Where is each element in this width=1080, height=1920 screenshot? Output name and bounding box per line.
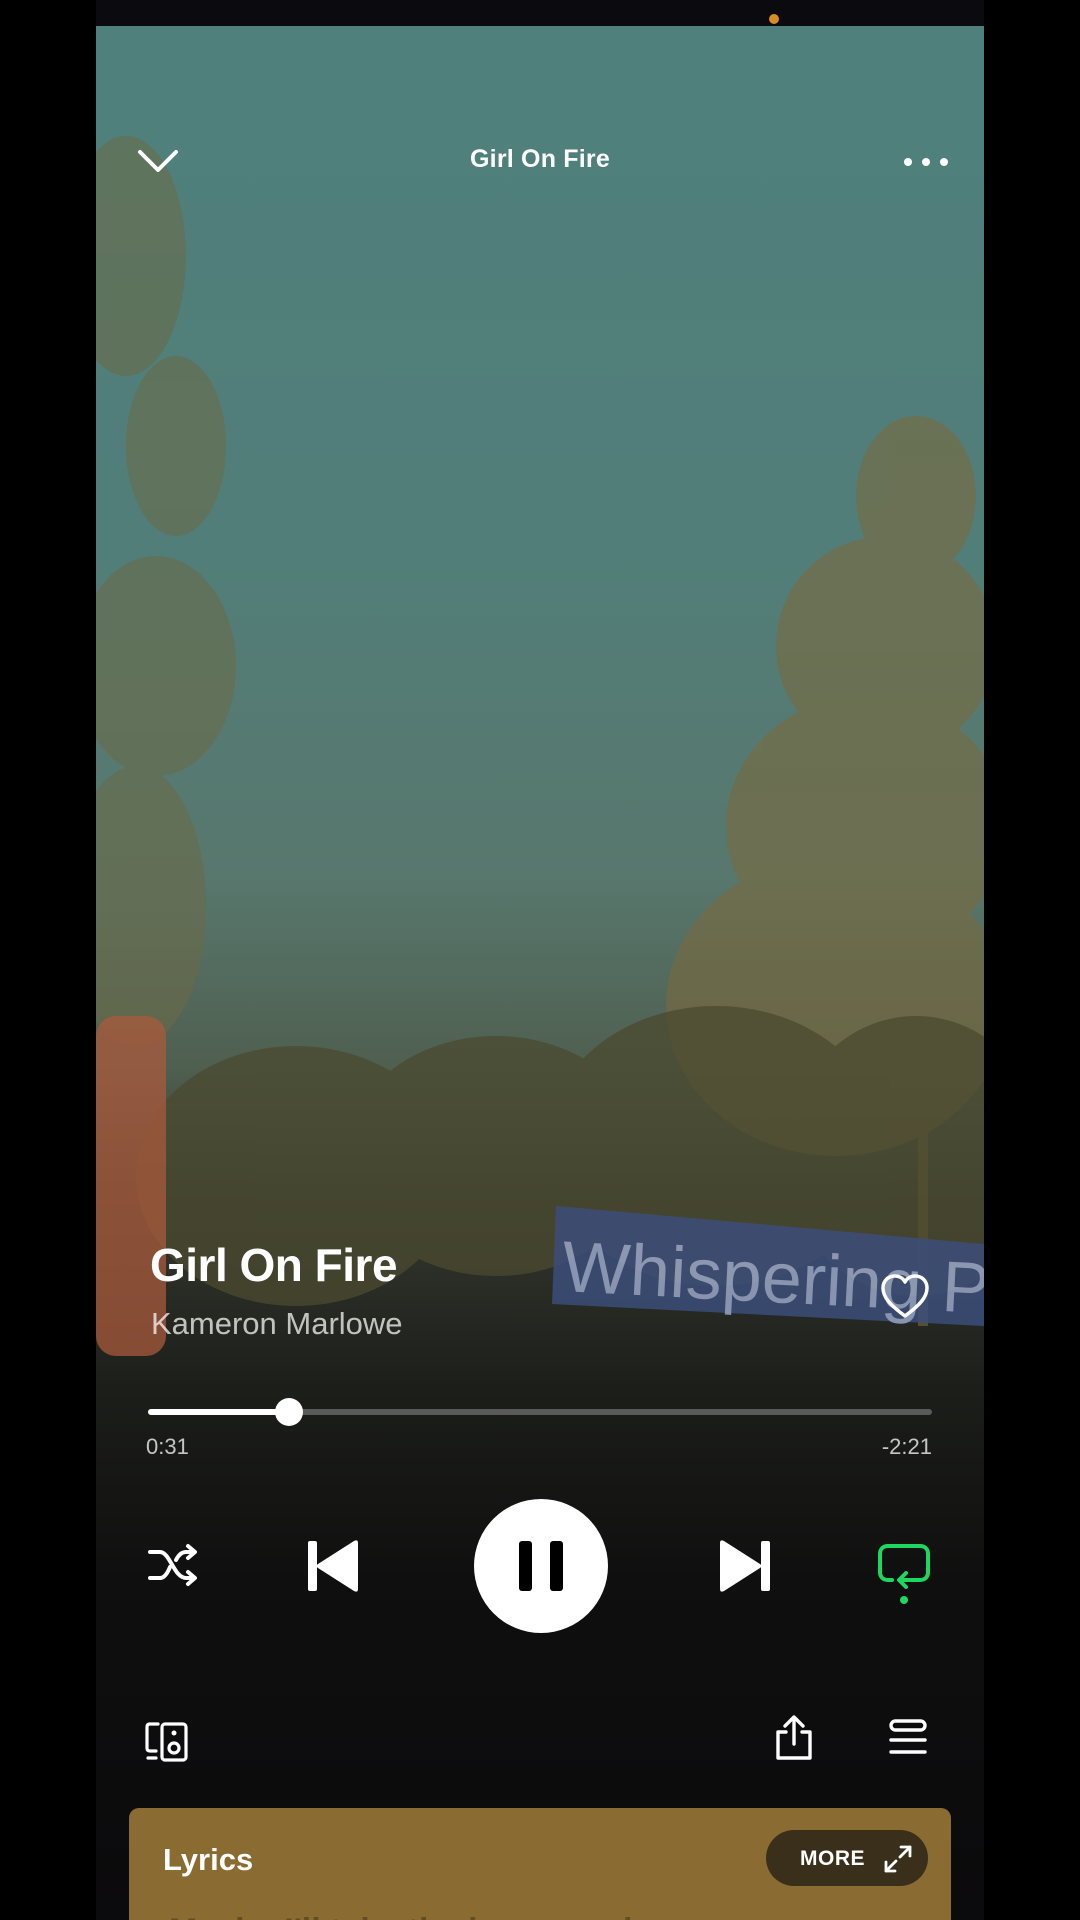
heart-icon[interactable]: [878, 1270, 932, 1324]
progress-fill: [148, 1409, 290, 1415]
progress-handle[interactable]: [275, 1398, 304, 1426]
repeat-icon[interactable]: [876, 1540, 932, 1606]
lyrics-card[interactable]: Lyrics MORE Maybe I'll take the long way…: [129, 1808, 951, 1920]
camera-indicator: [769, 14, 779, 24]
phone-screen: Whispering Pine Girl On Fire Girl On Fir…: [96, 0, 984, 1920]
shuffle-icon[interactable]: [146, 1540, 202, 1590]
chevron-down-icon[interactable]: [136, 140, 180, 184]
previous-track-icon[interactable]: [304, 1537, 362, 1595]
remaining-time: -2:21: [881, 1434, 932, 1459]
track-title: Girl On Fire: [150, 1239, 398, 1291]
queue-icon[interactable]: [888, 1718, 928, 1758]
more-options-icon[interactable]: [896, 142, 956, 182]
devices-icon[interactable]: [144, 1718, 190, 1764]
lyrics-preview-line: Maybe I'll take the long way home: [169, 1912, 929, 1920]
artwork-scenery: Whispering Pine: [96, 136, 984, 1356]
expand-icon: [884, 1845, 912, 1873]
progress-bar[interactable]: [148, 1398, 932, 1426]
canvas-artwork: Whispering Pine: [96, 26, 984, 1920]
artist-name[interactable]: Kameron Marlowe: [151, 1306, 403, 1342]
header-title: Girl On Fire: [470, 145, 610, 173]
pause-icon: [519, 1541, 563, 1591]
status-bar: [96, 0, 984, 26]
elapsed-time: 0:31: [146, 1434, 189, 1459]
lyrics-more-button[interactable]: MORE: [766, 1830, 928, 1886]
lyrics-label: Lyrics: [163, 1842, 254, 1877]
next-track-icon[interactable]: [716, 1537, 774, 1595]
more-label: MORE: [800, 1847, 865, 1870]
pause-button[interactable]: [474, 1499, 608, 1633]
share-icon[interactable]: [772, 1714, 816, 1762]
